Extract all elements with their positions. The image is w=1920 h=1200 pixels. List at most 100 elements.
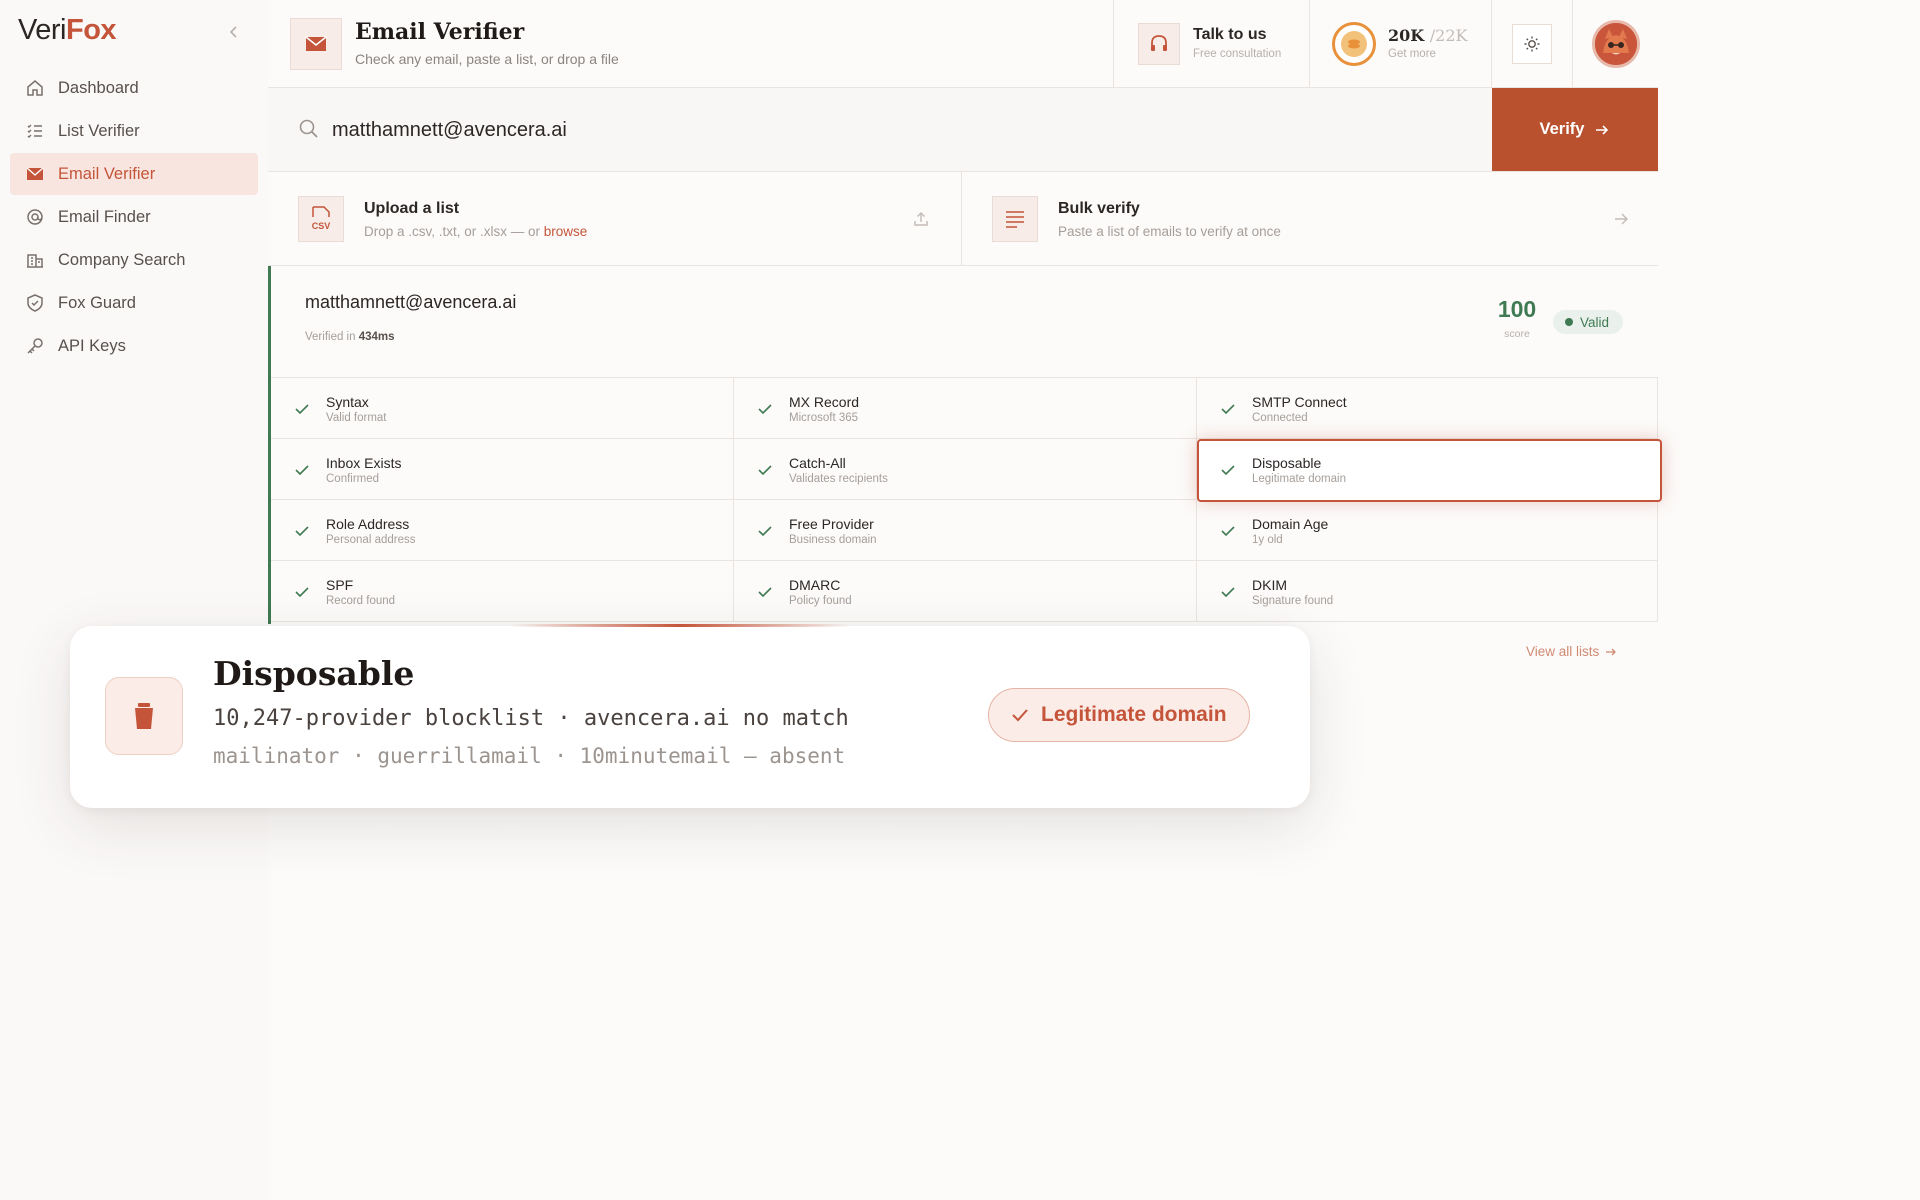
arrow-right-icon bbox=[1612, 210, 1630, 228]
check-icon bbox=[1220, 462, 1236, 478]
header-divider bbox=[1309, 0, 1310, 88]
collapse-sidebar-icon[interactable] bbox=[224, 22, 244, 42]
score-value: 100 bbox=[1497, 296, 1537, 322]
check-spf[interactable]: SPF Record found bbox=[271, 561, 734, 622]
sidebar-item-list-verifier[interactable]: List Verifier bbox=[10, 110, 258, 152]
bulk-verify-title: Bulk verify bbox=[1058, 200, 1140, 217]
disposable-detail-card: Disposable 10,247-provider blocklist · a… bbox=[70, 624, 1310, 808]
header-divider bbox=[1491, 0, 1492, 88]
legitimate-domain-badge: Legitimate domain bbox=[988, 688, 1250, 742]
app-logo[interactable]: VeriFox bbox=[18, 14, 117, 47]
sidebar-item-email-finder[interactable]: Email Finder bbox=[10, 196, 258, 238]
check-domain-age[interactable]: Domain Age 1y old bbox=[1197, 500, 1658, 561]
check-dmarc[interactable]: DMARC Policy found bbox=[734, 561, 1197, 622]
top-header: Email Verifier Check any email, paste a … bbox=[268, 0, 1658, 88]
card-accent-line bbox=[510, 624, 850, 627]
result-email: matthamnett@avencera.ai bbox=[305, 292, 517, 312]
sidebar-item-label: Company Search bbox=[58, 250, 186, 269]
header-divider bbox=[1113, 0, 1114, 88]
status-dot bbox=[1565, 318, 1573, 326]
check-icon bbox=[1220, 523, 1236, 539]
check-icon bbox=[757, 462, 773, 478]
check-smtp-connect[interactable]: SMTP Connect Connected bbox=[1197, 378, 1658, 439]
page-subtitle: Check any email, paste a list, or drop a… bbox=[355, 51, 619, 67]
user-avatar[interactable] bbox=[1592, 20, 1640, 68]
check-syntax[interactable]: Syntax Valid format bbox=[271, 378, 734, 439]
upload-list-card[interactable]: CSV Upload a list Drop a .csv, .txt, or … bbox=[268, 172, 962, 266]
browse-link[interactable]: browse bbox=[544, 224, 588, 239]
check-icon bbox=[757, 584, 773, 600]
email-search-bar: Verify bbox=[268, 88, 1658, 172]
detail-blocklist-line: 10,247-provider blocklist · avencera.ai … bbox=[213, 706, 849, 731]
check-icon bbox=[294, 462, 310, 478]
mail-icon bbox=[290, 18, 342, 70]
page-title: Email Verifier bbox=[355, 19, 525, 45]
sidebar: VeriFox Dashboard List Verifier Email Ve… bbox=[0, 0, 268, 1200]
verify-button-label: Verify bbox=[1539, 120, 1585, 138]
score-label: score bbox=[1504, 328, 1530, 340]
sidebar-item-api-keys[interactable]: API Keys bbox=[10, 325, 258, 367]
talk-to-us-link[interactable]: Talk to us bbox=[1193, 26, 1267, 44]
upload-icon bbox=[912, 210, 930, 228]
sidebar-item-fox-guard[interactable]: Fox Guard bbox=[10, 282, 258, 324]
check-icon bbox=[1220, 584, 1236, 600]
checks-grid: Syntax Valid format MX Record Microsoft 36… bbox=[271, 377, 1662, 624]
check-dkim[interactable]: DKIM Signature found bbox=[1197, 561, 1658, 622]
verification-result: matthamnett@avencera.ai Verified in 434m… bbox=[268, 266, 1662, 624]
bulk-verify-card[interactable]: Bulk verify Paste a list of emails to ve… bbox=[962, 172, 1658, 266]
home-icon bbox=[24, 77, 46, 99]
at-search-icon bbox=[24, 206, 46, 228]
check-disposable[interactable]: Disposable Legitimate domain bbox=[1197, 439, 1662, 502]
upload-list-subtitle: Drop a .csv, .txt, or .xlsx — or browse bbox=[364, 224, 588, 239]
check-icon bbox=[1011, 706, 1029, 724]
get-more-credits-link[interactable]: Get more bbox=[1388, 48, 1436, 60]
verify-button[interactable]: Verify bbox=[1492, 88, 1658, 171]
bulk-verify-subtitle: Paste a list of emails to verify at once bbox=[1058, 224, 1281, 239]
detail-providers-line: mailinator · guerrillamail · 10minutemai… bbox=[213, 744, 846, 768]
shield-icon bbox=[24, 292, 46, 314]
headset-icon[interactable] bbox=[1138, 23, 1180, 65]
text-lines-icon bbox=[992, 196, 1038, 242]
check-icon bbox=[294, 401, 310, 417]
credits-counter[interactable]: 20K /22K bbox=[1388, 26, 1467, 45]
credits-coin-icon bbox=[1332, 22, 1376, 66]
check-role-address[interactable]: Role Address Personal address bbox=[271, 500, 734, 561]
mail-icon bbox=[24, 163, 46, 185]
email-input[interactable] bbox=[332, 112, 1432, 148]
check-free-provider[interactable]: Free Provider Business domain bbox=[734, 500, 1197, 561]
csv-file-icon: CSV bbox=[298, 196, 344, 242]
building-icon bbox=[24, 249, 46, 271]
check-catch-all[interactable]: Catch-All Validates recipients bbox=[734, 439, 1197, 500]
arrow-right-icon bbox=[1594, 122, 1610, 138]
view-all-lists-link[interactable]: View all lists bbox=[1526, 644, 1617, 659]
sidebar-nav: Dashboard List Verifier Email Verifier E… bbox=[10, 67, 258, 368]
sidebar-item-company-search[interactable]: Company Search bbox=[10, 239, 258, 281]
arrow-right-icon bbox=[1605, 646, 1617, 658]
sidebar-item-label: API Keys bbox=[58, 336, 126, 355]
header-divider bbox=[1572, 0, 1573, 88]
input-options-row: CSV Upload a list Drop a .csv, .txt, or … bbox=[268, 172, 1658, 266]
sidebar-item-label: Dashboard bbox=[58, 78, 139, 97]
sidebar-item-label: List Verifier bbox=[58, 121, 140, 140]
talk-to-us-subtitle: Free consultation bbox=[1193, 48, 1282, 60]
verification-time: Verified in 434ms bbox=[305, 331, 395, 343]
trash-icon bbox=[105, 677, 183, 755]
sidebar-item-label: Email Verifier bbox=[58, 164, 156, 183]
search-icon bbox=[298, 118, 320, 140]
check-mx-record[interactable]: MX Record Microsoft 365 bbox=[734, 378, 1197, 439]
check-icon bbox=[757, 401, 773, 417]
theme-toggle-button[interactable] bbox=[1512, 24, 1552, 64]
check-inbox-exists[interactable]: Inbox Exists Confirmed bbox=[271, 439, 734, 500]
upload-list-title: Upload a list bbox=[364, 200, 460, 217]
sidebar-item-dashboard[interactable]: Dashboard bbox=[10, 67, 258, 109]
status-badge: Valid bbox=[1553, 310, 1624, 334]
sidebar-item-label: Fox Guard bbox=[58, 293, 136, 312]
sidebar-item-email-verifier[interactable]: Email Verifier bbox=[10, 153, 258, 195]
sidebar-item-label: Email Finder bbox=[58, 207, 151, 226]
svg-text:CSV: CSV bbox=[312, 221, 331, 231]
list-icon bbox=[24, 120, 46, 142]
check-icon bbox=[294, 523, 310, 539]
sun-icon bbox=[1523, 35, 1541, 53]
key-icon bbox=[24, 335, 46, 357]
check-icon bbox=[757, 523, 773, 539]
